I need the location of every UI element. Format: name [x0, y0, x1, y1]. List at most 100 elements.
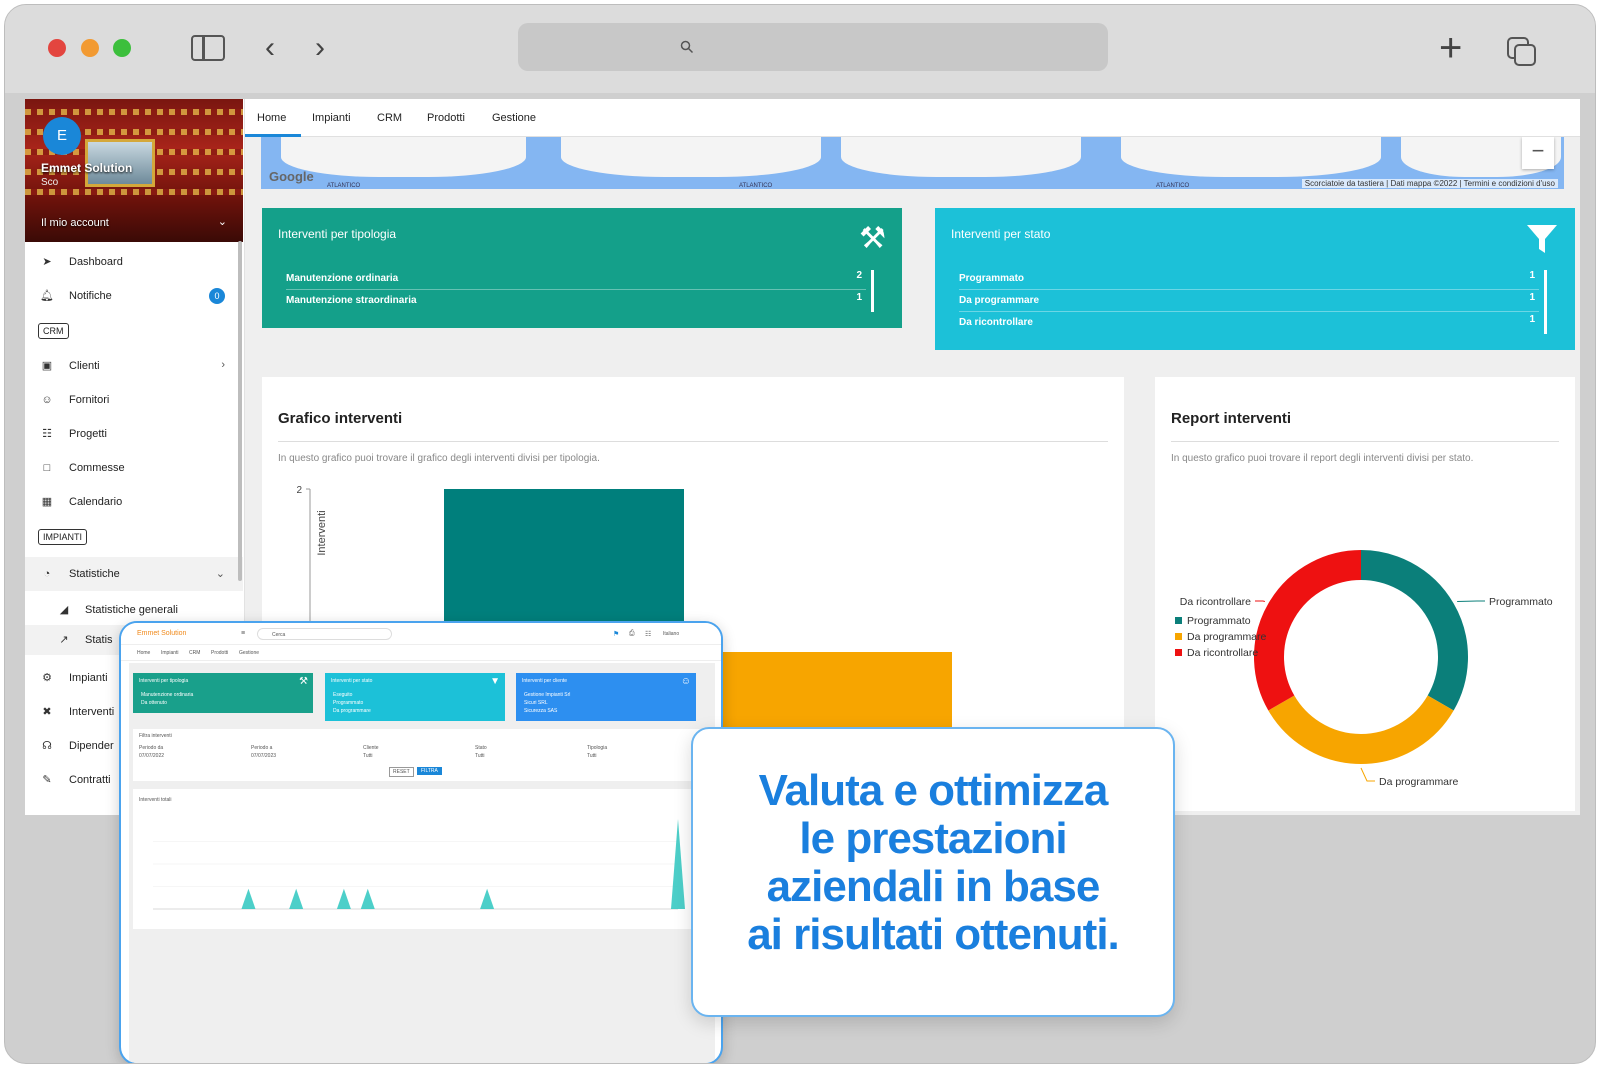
- sidebar-item-fornitori[interactable]: ☺ Fornitori: [25, 385, 243, 415]
- address-bar[interactable]: [518, 23, 1108, 71]
- sidebar-item-commesse[interactable]: □ Commesse: [25, 453, 243, 483]
- mini-peak-8: [336, 888, 351, 909]
- overlay-body: Interventi per tipologia Manutenzione or…: [129, 663, 715, 1063]
- ocean-label: ATLANTICO: [1156, 183, 1190, 189]
- browser-titlebar: ‹ › +: [5, 5, 1595, 93]
- zoom-out-button[interactable]: −: [1522, 137, 1554, 169]
- tab-prodotti[interactable]: Prodotti: [427, 112, 465, 124]
- forward-icon[interactable]: ›: [315, 33, 325, 63]
- filter-select[interactable]: Tutti: [587, 753, 597, 759]
- headset-icon: ☊: [42, 740, 52, 752]
- sidebar-item-statistiche[interactable]: ◔ Statistiche ⌄: [25, 557, 243, 591]
- rocket-icon: ➤: [42, 256, 52, 268]
- sidebar-item-label: Fornitori: [69, 394, 110, 406]
- sidebar-item-label: Commesse: [69, 462, 125, 474]
- overlay-search-placeholder: Cerca: [272, 632, 286, 638]
- card-row[interactable]: Da programmare 1: [959, 292, 1539, 312]
- card-title: Interventi per stato: [951, 227, 1051, 241]
- overlay-chart-title: Interventi totali: [139, 797, 172, 803]
- overlay-card-stato: Interventi per stato Eseguito Programmat…: [325, 673, 505, 721]
- overlay-tab[interactable]: Home: [137, 650, 150, 656]
- slice-2: [1254, 550, 1362, 711]
- legend-label-2: Da ricontrollare: [1187, 647, 1258, 659]
- filter-select[interactable]: Tutti: [475, 753, 485, 759]
- overlay-card-cliente: Interventi per cliente Gestione Impianti…: [516, 673, 696, 721]
- filter-input[interactable]: 07/07/2022: [139, 753, 164, 759]
- overlay-tab[interactable]: Gestione: [239, 650, 259, 656]
- overlay-card-row: Eseguito: [333, 692, 353, 698]
- filter-button[interactable]: FILTRA: [417, 767, 442, 775]
- tab-crm[interactable]: CRM: [377, 112, 402, 124]
- tab-home[interactable]: Home: [257, 112, 286, 124]
- overlay-tabs: Home Impianti CRM Prodotti Gestione: [121, 645, 721, 661]
- slice-label-0: Programmato: [1489, 596, 1553, 608]
- tools-icon: ✖: [42, 706, 52, 718]
- filter-select[interactable]: Tutti: [363, 753, 373, 759]
- overlay-header: Emmet Solution ≡ Cerca ⚑ ⎙ ☷ Italiano: [121, 623, 721, 645]
- card-row[interactable]: Manutenzione ordinaria 2: [286, 270, 866, 290]
- chevron-down-icon[interactable]: ⌄: [218, 215, 227, 228]
- company-name: Emmet Solution: [41, 161, 133, 175]
- clipboard-icon: □: [43, 462, 51, 474]
- map-land: [841, 137, 1081, 177]
- zoom-window-button[interactable]: [113, 39, 131, 57]
- legend-label-0: Programmato: [1187, 615, 1251, 627]
- map[interactable]: Google ATLANTICO ATLANTICO ATLANTICO Sco…: [261, 137, 1564, 189]
- new-tab-icon[interactable]: +: [1439, 28, 1462, 68]
- sidebar-item-clienti[interactable]: ▣ Clienti ›: [25, 351, 243, 381]
- overlay-tab[interactable]: Impianti: [161, 650, 179, 656]
- sidebar-item-progetti[interactable]: ☷ Progetti: [25, 419, 243, 449]
- sidebar-scrollbar[interactable]: [238, 241, 242, 581]
- tab-impianti[interactable]: Impianti: [312, 112, 351, 124]
- sidebar-item-notifiche[interactable]: 🔔︎ Notifiche 0: [25, 281, 243, 311]
- sidebar-item-label: Progetti: [69, 428, 107, 440]
- gears-icon: ⚙: [42, 672, 52, 684]
- map-land: [1121, 137, 1381, 177]
- row-value: 1: [1529, 292, 1535, 303]
- print-icon[interactable]: ⎙: [629, 630, 635, 638]
- screenshot-canvas: ‹ › + E Emmet Solution Sco Il mio accoun…: [0, 0, 1600, 1066]
- tools-icon: ⚒: [299, 676, 308, 687]
- google-logo: Google: [269, 169, 314, 184]
- overlay-tab[interactable]: Prodotti: [211, 650, 228, 656]
- sidebar-icon[interactable]: [191, 35, 225, 61]
- sidebar-item-label: Impianti: [69, 672, 108, 684]
- close-window-button[interactable]: [48, 39, 66, 57]
- overlay-card-title: Interventi per tipologia: [139, 678, 189, 684]
- overlay-search-input[interactable]: Cerca: [257, 628, 392, 640]
- filter-icon: [1525, 222, 1559, 264]
- legend-swatch-1: [1175, 633, 1182, 640]
- sitemap-icon[interactable]: ☷: [645, 630, 651, 638]
- card-row[interactable]: Da ricontrollare 1: [959, 314, 1539, 334]
- overlay-card-row: Programmato: [333, 700, 364, 706]
- tabs-overview-icon[interactable]: [1507, 37, 1537, 67]
- legend-label-1: Da programmare: [1187, 631, 1267, 643]
- filter-label: Periodo da: [139, 745, 164, 751]
- sidebar-item-dashboard[interactable]: ➤ Dashboard: [25, 247, 243, 277]
- mini-peak-4: [241, 888, 256, 909]
- overlay-filter-title: Filtra interventi: [139, 733, 172, 739]
- reset-button[interactable]: RESET: [389, 767, 414, 777]
- my-account-link[interactable]: Il mio account: [41, 217, 109, 229]
- tab-gestione[interactable]: Gestione: [492, 112, 536, 124]
- bell-icon[interactable]: ⚑: [613, 630, 619, 638]
- overlay-tab[interactable]: CRM: [189, 650, 200, 656]
- language-select[interactable]: Italiano: [663, 631, 679, 637]
- map-attribution[interactable]: Scorciatoie da tastiera | Dati mappa ©20…: [1301, 179, 1558, 188]
- back-icon[interactable]: ‹: [265, 33, 275, 63]
- card-title: Interventi per tipologia: [278, 227, 397, 241]
- callout-line: aziendali in base: [766, 862, 1101, 911]
- filter-input[interactable]: 07/07/2023: [251, 753, 276, 759]
- card-row[interactable]: Manutenzione straordinaria 1: [286, 292, 866, 312]
- avatar[interactable]: E: [43, 117, 81, 155]
- overlay-card-row: Manutenzione ordinaria: [141, 692, 194, 698]
- slice-0: [1360, 550, 1468, 711]
- card-row[interactable]: Programmato 1: [959, 270, 1539, 290]
- sidebar-item-calendario[interactable]: ▦ Calendario: [25, 487, 243, 517]
- project-diagram-icon: ☷: [42, 428, 52, 440]
- ocean-label: ATLANTICO: [739, 183, 773, 189]
- minimize-window-button[interactable]: [81, 39, 99, 57]
- row-label: Da ricontrollare: [959, 317, 1033, 328]
- menu-icon[interactable]: ≡: [241, 630, 245, 637]
- row-value: 1: [1529, 314, 1535, 325]
